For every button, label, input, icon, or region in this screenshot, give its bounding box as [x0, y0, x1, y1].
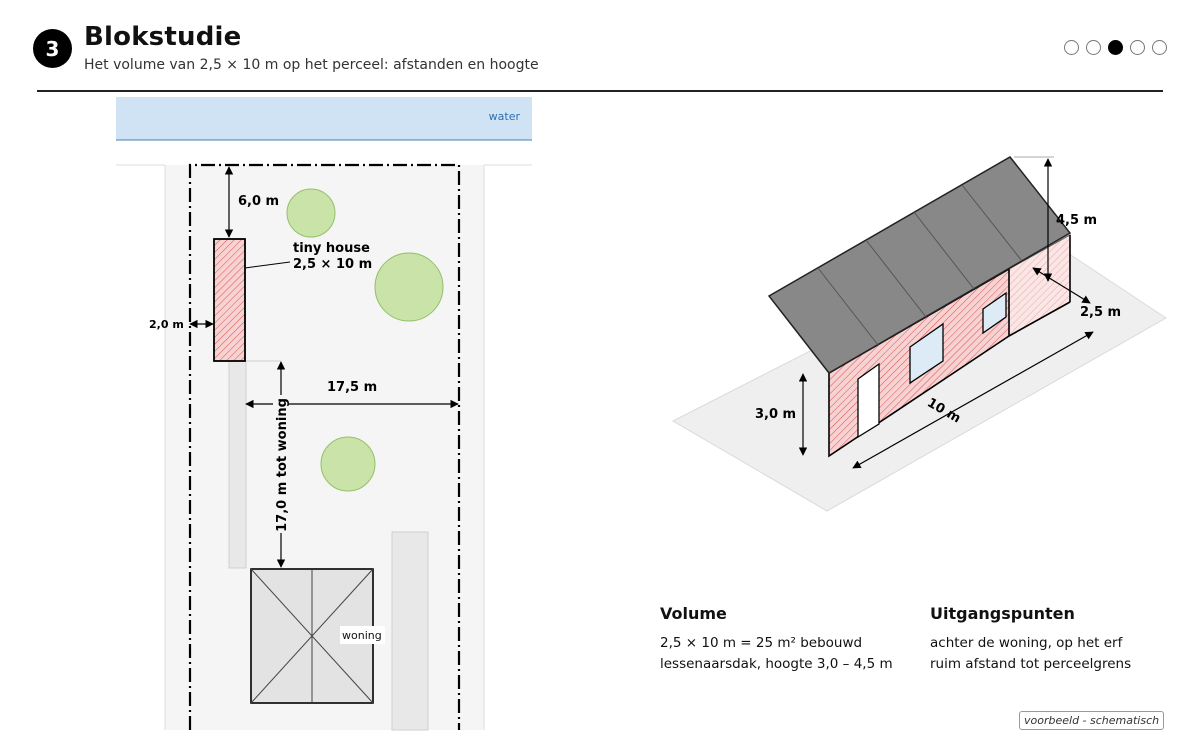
info-uitgangspunten-line-2: ruim afstand tot perceelgrens — [930, 656, 1132, 672]
garden-path — [228, 360, 247, 569]
info-volume-line-2: lessenaarsdak, hoogte 3,0 – 4,5 m — [660, 656, 893, 672]
iso-view: 4,5 m 2,5 m 3,0 m 10 m — [671, 156, 1167, 512]
dim-to-house-label: 17,0 m tot woning — [275, 398, 290, 532]
footnote-badge: voorbeeld - schematisch — [1019, 711, 1165, 730]
dim-rear-label: 6,0 m — [238, 194, 279, 209]
dim-ridge-label: 4,5 m — [1056, 213, 1097, 228]
driveway — [391, 531, 429, 731]
water-area — [116, 97, 532, 140]
info-uitgangspunten-title: Uitgangspunten — [930, 604, 1075, 623]
tree-2 — [374, 252, 444, 322]
info-volume-title: Volume — [660, 604, 727, 623]
woning: woning — [250, 568, 385, 704]
site-plan: water woning tiny house 2,5 × 10 m 6,0 m… — [116, 97, 532, 731]
tree-1 — [286, 188, 336, 238]
dim-width-label: 17,5 m — [327, 380, 377, 395]
woning-label: woning — [342, 629, 382, 642]
dim-eave-label: 3,0 m — [755, 407, 796, 422]
dim-side-label: 2,0 m — [149, 318, 184, 331]
info-uitgangspunten: Uitgangspunten achter de woning, op het … — [930, 604, 1190, 675]
tiny-house-plan — [213, 238, 246, 362]
water-label: water — [489, 110, 521, 123]
info-volume-line-1: 2,5 × 10 m = 25 m² bebouwd — [660, 635, 863, 651]
info-volume: Volume 2,5 × 10 m = 25 m² bebouwd lessen… — [660, 604, 920, 675]
tree-3 — [320, 436, 376, 492]
dim-depth-label: 2,5 m — [1080, 305, 1121, 320]
tiny-house-label: tiny house — [293, 241, 370, 256]
tiny-house-size: 2,5 × 10 m — [293, 257, 372, 272]
info-uitgangspunten-line-1: achter de woning, op het erf — [930, 635, 1123, 651]
